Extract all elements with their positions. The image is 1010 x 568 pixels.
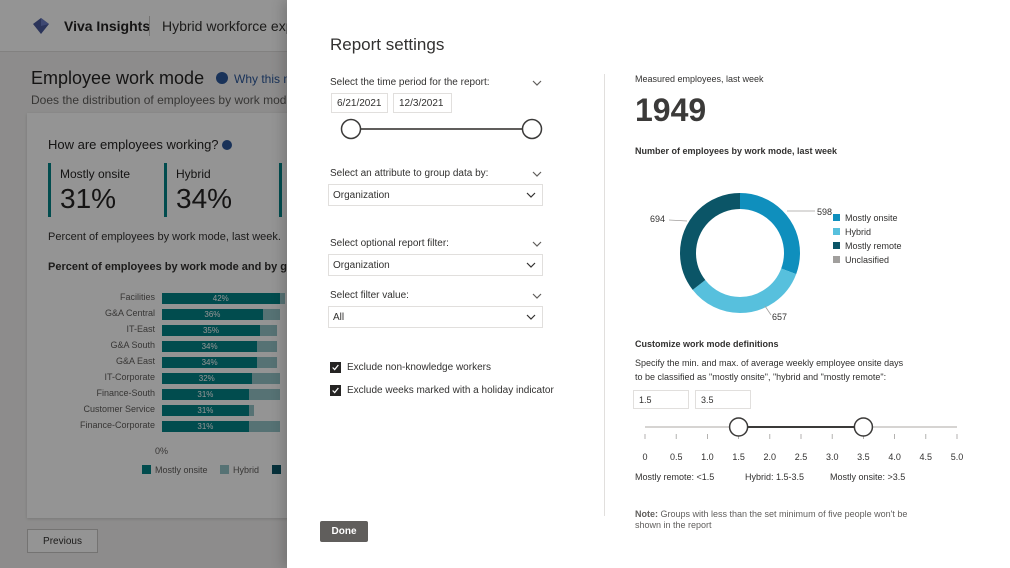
customize-description-1: Specify the min. and max. of average wee… [635,358,904,368]
note-label: Note: [635,509,658,519]
time-period-label: Select the time period for the report: [330,77,490,88]
range-tick-label: 4.5 [920,452,933,462]
report-filter-label: Select optional report filter: [330,238,449,249]
checkbox-checked-icon[interactable] [330,362,341,373]
group-by-label: Select an attribute to group data by: [330,168,489,179]
exclude-non-knowledge-label: Exclude non-knowledge workers [347,362,491,373]
end-date-input[interactable]: 12/3/2021 [393,93,452,113]
filter-value-select[interactable]: All [328,306,543,328]
measured-employees-label: Measured employees, last week [635,74,764,84]
summary-mostly-remote: Mostly remote: <1.5 [635,472,715,482]
report-filter-select[interactable]: Organization [328,254,543,276]
date-range-slider[interactable] [339,118,544,142]
donut-title: Number of employees by work mode, last w… [635,146,838,156]
chevron-down-icon [526,192,536,198]
range-tick-label: 2.5 [795,452,808,462]
chevron-down-icon[interactable] [532,80,542,86]
summary-mostly-onsite: Mostly onsite: >3.5 [830,472,906,482]
range-min-handle[interactable] [728,417,749,437]
group-by-select[interactable]: Organization [328,184,543,206]
note-text: Groups with less than the set minimum of… [635,509,908,530]
donut-legend-swatch [833,242,840,249]
date-range-start-handle [340,118,362,140]
donut-leader-line [668,219,688,222]
customize-title: Customize work mode definitions [635,339,779,349]
summary-hybrid: Hybrid: 1.5-3.5 [745,472,805,482]
range-tick-label: 2.0 [764,452,777,462]
work-mode-range-slider[interactable]: 0 0.5 1.0 1.5 2.0 2.5 3.0 3.5 4.0 4.5 5.0 [635,410,965,480]
donut-value-label: 657 [772,312,787,322]
group-by-value: Organization [333,190,390,201]
report-settings-panel: Report settings Select the time period f… [287,0,1010,568]
panel-divider [604,74,605,516]
threshold-note: Note: Groups with less than the set mini… [635,509,935,531]
filter-value-label: Select filter value: [330,290,409,301]
work-mode-donut-chart: 598 657 694 Mostly onsite Hybrid Mostly remot… [650,193,902,322]
range-tick-label: 0 [642,452,647,462]
chevron-down-icon[interactable] [532,293,542,299]
chevron-down-icon [526,314,536,320]
donut-legend-label: Mostly remote [845,241,902,251]
chevron-down-icon [526,262,536,268]
panel-title: Report settings [330,35,445,54]
range-min-input[interactable]: 1.5 [633,390,689,409]
donut-value-label: 694 [650,214,665,224]
donut-leader-line [764,305,772,316]
range-tick-label: 4.0 [888,452,901,462]
donut-legend-swatch [833,256,840,263]
chevron-down-icon[interactable] [532,171,542,177]
filter-value-value: All [333,312,345,323]
exclude-holiday-weeks-label: Exclude weeks marked with a holiday indi… [347,385,554,396]
range-max-handle[interactable] [853,417,874,437]
measured-employees-value: 1949 [635,92,707,128]
start-date-input[interactable]: 6/21/2021 [331,93,388,113]
range-tick-label: 3.5 [857,452,870,462]
range-tick-label: 1.5 [732,452,745,462]
range-max-input[interactable]: 3.5 [695,390,751,409]
customize-description-2: to be classified as "mostly onsite", "hy… [635,372,887,382]
range-tick-label: 5.0 [951,452,964,462]
donut-legend-swatch [833,228,840,235]
date-range-end-handle [521,118,543,140]
done-button[interactable]: Done [320,521,368,542]
range-tick-label: 1.0 [701,452,714,462]
donut-legend-swatch [833,214,840,221]
range-tick-label: 0.5 [670,452,683,462]
donut-legend-label: Hybrid [845,227,871,237]
donut-legend-label: Unclasified [845,255,889,265]
report-filter-value: Organization [333,260,390,271]
range-tick-label: 3.0 [826,452,839,462]
donut-legend-label: Mostly onsite [845,213,898,223]
donut-value-label: 598 [817,207,832,217]
checkbox-checked-icon[interactable] [330,385,341,396]
chevron-down-icon[interactable] [532,241,542,247]
